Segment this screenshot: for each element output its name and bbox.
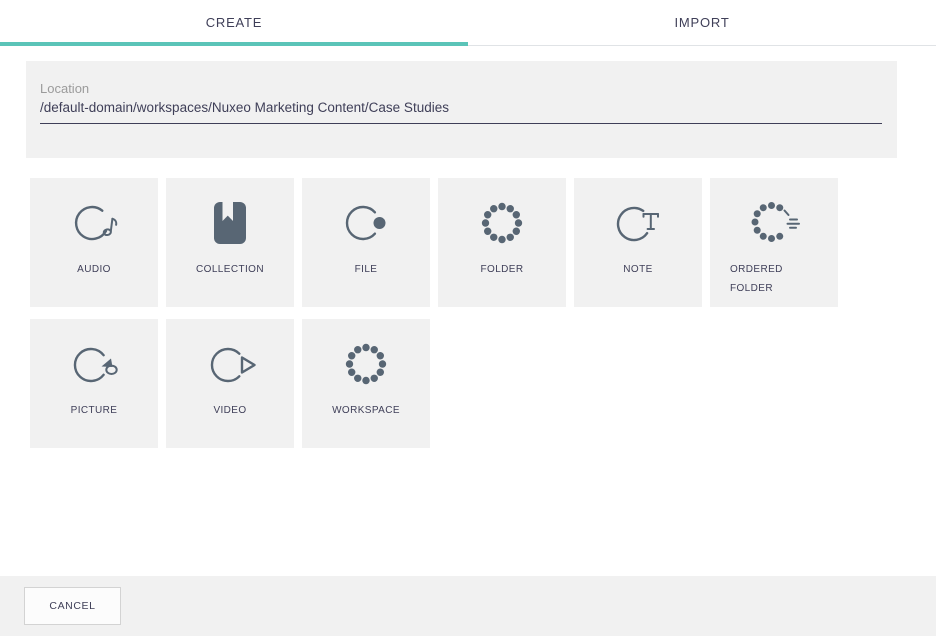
tile-note[interactable]: NOTE [574,178,702,307]
tile-label: FILE [355,260,378,279]
tile-workspace[interactable]: WORKSPACE [302,319,430,448]
tile-label: WORKSPACE [332,401,400,420]
tile-picture[interactable]: PICTURE [30,319,158,448]
picture-icon [66,336,122,392]
tab-import[interactable]: IMPORT [468,0,936,45]
audio-icon [66,195,122,251]
location-input[interactable] [40,100,882,124]
tile-label: VIDEO [213,401,246,420]
ordered-folder-icon [746,195,802,251]
folder-icon [474,195,530,251]
doctype-grid: AUDIO COLLECTION FILE [30,178,838,448]
tile-label: COLLECTION [196,260,264,279]
video-icon [202,336,258,392]
tile-label: PICTURE [71,401,118,420]
workspace-icon [338,336,394,392]
tile-file[interactable]: FILE [302,178,430,307]
collection-icon [202,195,258,251]
tile-folder[interactable]: FOLDER [438,178,566,307]
tab-create-label: CREATE [206,15,263,30]
file-icon [338,195,394,251]
note-icon [610,195,666,251]
cancel-button[interactable]: CANCEL [24,587,121,625]
tile-video[interactable]: VIDEO [166,319,294,448]
tab-create[interactable]: CREATE [0,0,468,45]
tab-import-label: IMPORT [674,15,729,30]
location-panel: Location [26,61,897,158]
footer-bar: CANCEL [0,576,936,636]
location-label: Location [40,81,882,97]
tab-bar: CREATE IMPORT [0,0,936,46]
tile-ordered-folder[interactable]: ORDERED FOLDER [710,178,838,307]
tile-collection[interactable]: COLLECTION [166,178,294,307]
tile-label: FOLDER [481,260,524,279]
tile-audio[interactable]: AUDIO [30,178,158,307]
tile-label: AUDIO [77,260,111,279]
tile-label: NOTE [623,260,652,279]
tile-label: ORDERED FOLDER [730,260,800,298]
